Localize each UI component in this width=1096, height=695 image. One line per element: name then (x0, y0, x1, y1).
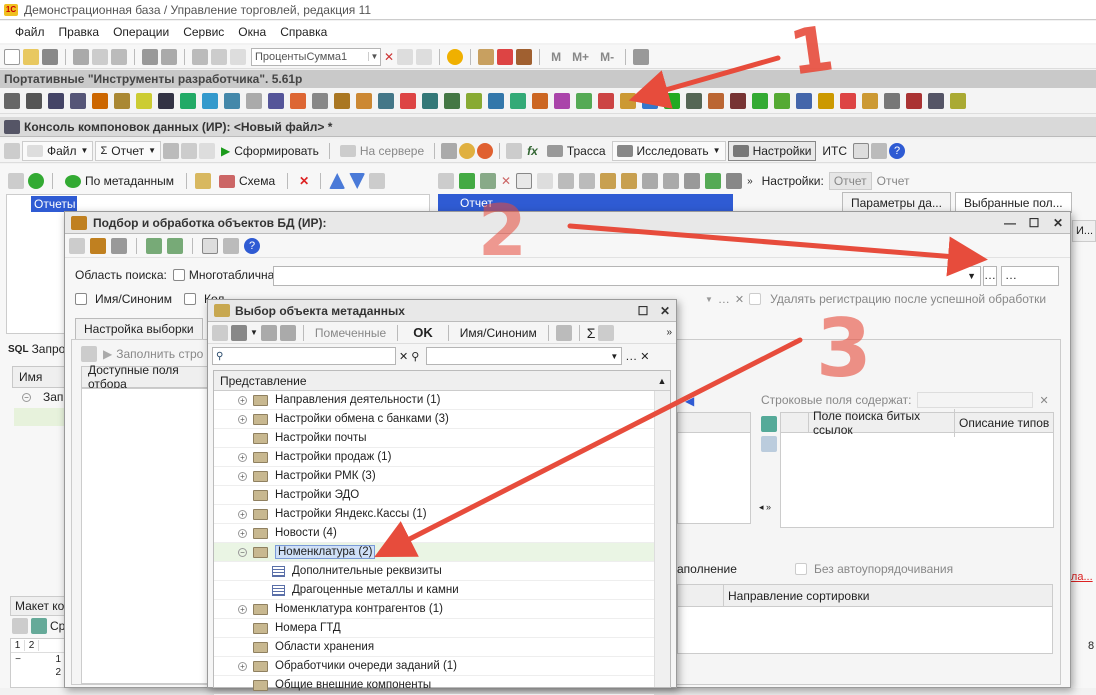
arrow-1 (628, 55, 781, 109)
arrow-2 (567, 223, 988, 277)
annotation-2: 2 (478, 190, 527, 272)
annotation-3: 3 (816, 302, 872, 395)
arrow-3 (374, 337, 803, 558)
annotation-overlay (374, 55, 988, 558)
